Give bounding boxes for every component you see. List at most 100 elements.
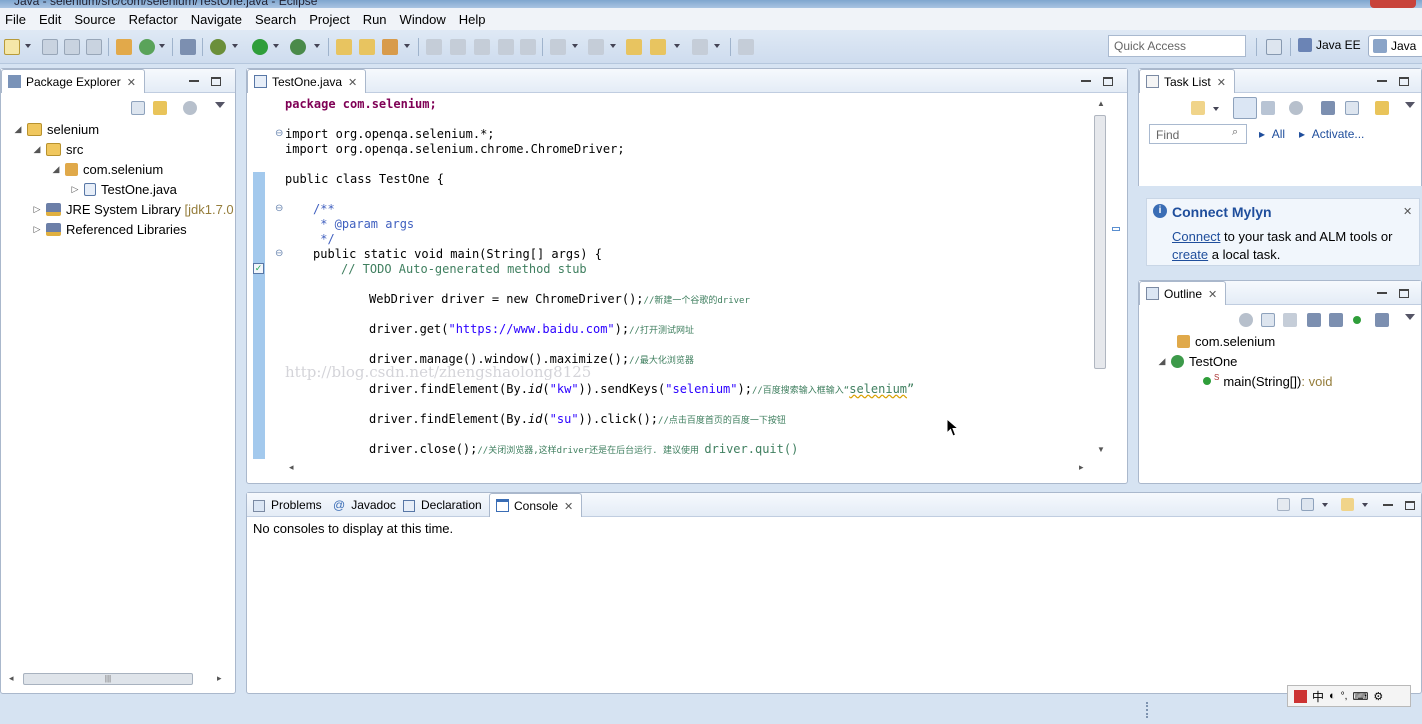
code-line[interactable]: driver.findElement(By.id("kw")).sendKeys… (369, 382, 914, 397)
all-filter-link[interactable]: ▸ All (1259, 127, 1285, 141)
fold-toggle-icon[interactable]: ⊖ (275, 128, 283, 139)
connect-link[interactable]: Connect (1172, 229, 1220, 244)
tab-task-list[interactable]: Task List ✕ (1139, 69, 1235, 93)
scroll-down-icon[interactable]: ▼ (1097, 445, 1105, 454)
toggle-mark-occurrences-icon[interactable] (426, 39, 442, 55)
menu-run[interactable]: Run (358, 12, 395, 27)
menu-edit[interactable]: Edit (34, 12, 69, 27)
pin-console-icon[interactable] (1277, 498, 1290, 511)
pin-editor-icon[interactable] (738, 39, 754, 55)
debug-dropdown-icon[interactable] (232, 44, 238, 48)
code-line[interactable]: driver.close();//关闭浏览器,这样driver还是在后台运行. … (369, 442, 798, 457)
code-line[interactable]: driver.get("https://www.baidu.com");//打开… (369, 322, 694, 337)
maximize-icon[interactable] (1405, 500, 1415, 510)
ime-logo-icon[interactable] (1294, 689, 1307, 703)
categorized-icon[interactable] (1233, 97, 1257, 119)
status-bar-handle[interactable] (1146, 702, 1150, 718)
tab-javadoc[interactable]: @ Javadoc (333, 498, 396, 512)
scroll-up-icon[interactable]: ▲ (1097, 99, 1105, 108)
half-width-icon[interactable]: ◐ (1329, 690, 1336, 702)
outline-item-package[interactable]: com.selenium (1177, 332, 1275, 350)
show-paragraph-icon[interactable] (520, 39, 536, 55)
display-console-dropdown-icon[interactable] (1322, 503, 1328, 507)
menu-search[interactable]: Search (250, 12, 304, 27)
maximize-icon[interactable] (211, 76, 221, 86)
horizontal-scrollbar[interactable]: ||| (23, 673, 193, 685)
search-icon[interactable] (382, 39, 398, 55)
expanded-icon[interactable]: ◢ (51, 164, 61, 175)
tab-declaration[interactable]: Declaration (403, 498, 482, 512)
create-link[interactable]: create (1172, 247, 1208, 262)
hide-non-public-icon[interactable] (1353, 316, 1361, 324)
settings-icon[interactable]: ⚙ (1373, 690, 1383, 703)
maximize-icon[interactable] (1399, 288, 1409, 298)
new-task-dropdown-icon[interactable] (1213, 107, 1219, 111)
link-with-editor-icon[interactable] (153, 101, 167, 115)
punctuation-icon[interactable]: °, (1341, 691, 1348, 702)
tree-item-selenium[interactable]: ◢ selenium (13, 120, 100, 138)
quick-access-input[interactable]: Quick Access (1108, 35, 1246, 57)
close-icon[interactable]: ✕ (1217, 77, 1226, 89)
run-dropdown-icon[interactable] (273, 44, 279, 48)
new-class-dropdown-icon[interactable] (159, 44, 165, 48)
close-icon[interactable]: ✕ (1403, 205, 1412, 218)
outline-item-method[interactable]: S main(String[]) : void (1203, 372, 1332, 390)
code-line[interactable]: import org.openqa.selenium.*; (285, 127, 495, 142)
minimize-icon[interactable] (189, 80, 199, 83)
toggle-block-selection-icon[interactable] (450, 39, 466, 55)
scroll-left-icon[interactable]: ◂ (9, 673, 19, 684)
perspective-java-ee[interactable]: Java EE (1294, 35, 1367, 57)
toggle-word-wrap-icon[interactable] (498, 39, 514, 55)
collapse-all-icon[interactable] (131, 101, 145, 115)
close-icon[interactable]: ✕ (348, 77, 357, 89)
code-line[interactable]: * @param args (313, 217, 414, 232)
expanded-icon[interactable]: ◢ (32, 144, 42, 155)
open-console-icon[interactable] (1341, 498, 1354, 511)
open-perspective-icon[interactable] (1266, 39, 1282, 55)
code-line[interactable]: public class TestOne { (285, 172, 444, 187)
new-dropdown-icon[interactable] (25, 44, 31, 48)
code-line[interactable]: package com.selenium; (285, 97, 437, 112)
keyboard-icon[interactable]: ⌨ (1352, 690, 1368, 703)
view-menu-icon[interactable] (1405, 102, 1415, 108)
menu-source[interactable]: Source (69, 12, 123, 27)
print-icon[interactable] (86, 39, 102, 55)
code-line[interactable]: /** (313, 202, 335, 217)
open-task-icon[interactable] (359, 39, 375, 55)
tree-item-referenced-libraries[interactable]: ▷ Referenced Libraries (32, 220, 187, 238)
menu-refactor[interactable]: Refactor (124, 12, 186, 27)
save-all-icon[interactable] (64, 39, 80, 55)
collapsed-icon[interactable]: ▷ (32, 204, 42, 215)
last-edit-location-icon[interactable] (626, 39, 642, 55)
hide-fields-icon[interactable] (1307, 313, 1321, 327)
maximize-icon[interactable] (1399, 76, 1409, 86)
tab-outline[interactable]: Outline ✕ (1139, 281, 1227, 305)
minimize-icon[interactable] (1377, 80, 1387, 83)
previous-annotation-dropdown-icon[interactable] (610, 44, 616, 48)
toggle-breakpoint-icon[interactable] (180, 39, 196, 55)
new-java-package-icon[interactable] (116, 39, 132, 55)
forward-dropdown-icon[interactable] (714, 44, 720, 48)
hide-static-icon[interactable] (1329, 313, 1343, 327)
tab-console[interactable]: Console ✕ (489, 493, 583, 517)
vertical-scrollbar-thumb[interactable] (1094, 115, 1106, 369)
tab-package-explorer[interactable]: Package Explorer ✕ (1, 69, 145, 93)
scheduled-icon[interactable] (1261, 101, 1275, 115)
fold-toggle-icon[interactable]: ⊖ (275, 203, 283, 214)
overview-ruler-marker[interactable] (1112, 227, 1120, 231)
forward-icon[interactable] (692, 39, 708, 55)
minimize-icon[interactable] (1377, 292, 1387, 295)
focus-on-active-task-icon[interactable] (1239, 313, 1253, 327)
perspective-java[interactable]: Java (1368, 35, 1422, 57)
open-console-dropdown-icon[interactable] (1362, 503, 1368, 507)
scroll-left-icon[interactable]: ◂ (289, 462, 294, 473)
focus-on-active-task-icon[interactable] (183, 101, 197, 115)
close-icon[interactable]: ✕ (1208, 289, 1217, 301)
code-line[interactable]: WebDriver driver = new ChromeDriver();//… (369, 292, 750, 307)
save-icon[interactable] (42, 39, 58, 55)
previous-annotation-icon[interactable] (588, 39, 604, 55)
debug-icon[interactable] (210, 39, 226, 55)
external-tool-dropdown-icon[interactable] (314, 44, 320, 48)
code-line[interactable]: */ (313, 232, 334, 247)
new-java-class-icon[interactable] (139, 39, 155, 55)
